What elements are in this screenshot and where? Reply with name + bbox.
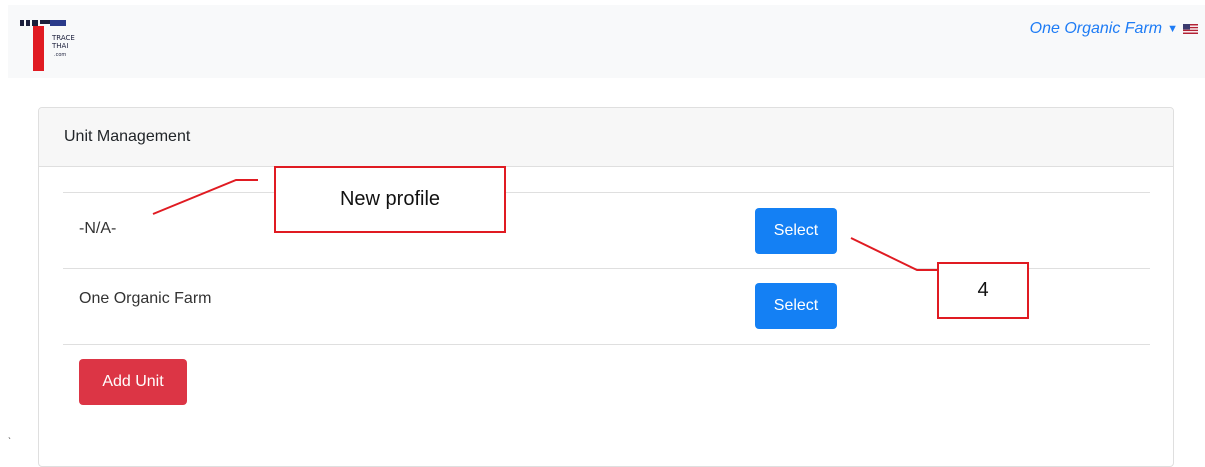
- logo-text-trace: TRACE: [51, 34, 75, 42]
- select-unit-button[interactable]: Select: [755, 283, 837, 329]
- logo-text-thai: THAI: [51, 42, 68, 50]
- add-unit-button[interactable]: Add Unit: [79, 359, 187, 405]
- stray-mark: ˴: [8, 432, 11, 442]
- annotation-callout-new-profile: New profile: [274, 166, 506, 233]
- tracethai-logo[interactable]: TRACE THAI .com: [20, 17, 76, 73]
- select-unit-button[interactable]: Select: [755, 208, 837, 254]
- annotation-text: 4: [977, 279, 989, 301]
- table-bottom-border: [63, 344, 1150, 345]
- user-name: One Organic Farm: [1029, 20, 1163, 37]
- unit-name: -N/A-: [79, 220, 117, 237]
- card-header: Unit Management: [39, 108, 1173, 167]
- unit-row: -N/A- Select: [63, 192, 1150, 267]
- annotation-text: New profile: [339, 188, 441, 210]
- caret-down-icon: ▼: [1167, 23, 1178, 35]
- top-navbar: TRACE THAI .com One Organic Farm ▼: [8, 5, 1205, 78]
- unit-name: One Organic Farm: [79, 290, 212, 307]
- annotation-callout-4: 4: [937, 262, 1029, 319]
- user-dropdown-toggle[interactable]: One Organic Farm ▼: [1030, 20, 1198, 38]
- us-flag-icon[interactable]: [1183, 24, 1198, 34]
- card-title: Unit Management: [64, 128, 191, 145]
- logo-text-com: .com: [54, 52, 66, 58]
